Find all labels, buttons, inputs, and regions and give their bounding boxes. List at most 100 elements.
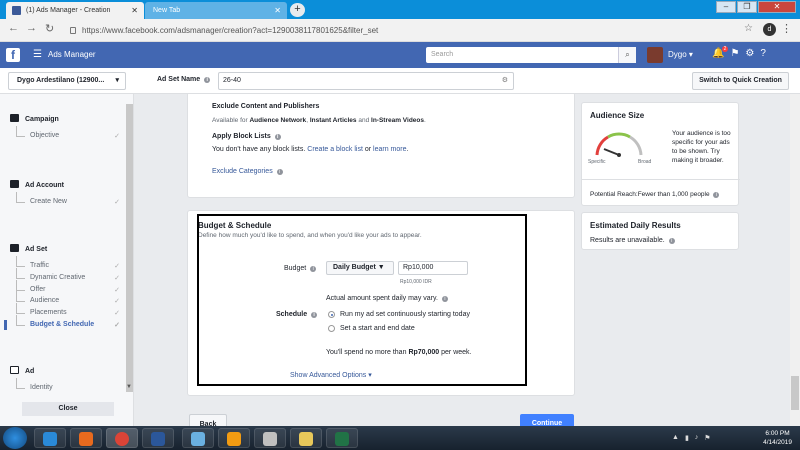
main-content: Exclude Content and Publishers Available…	[135, 94, 800, 426]
create-block-list-link[interactable]: Create a block list	[307, 146, 363, 153]
hamburger-menu-icon[interactable]: ☰	[33, 49, 42, 60]
block-lists-text: You don't have any block lists. Create a…	[212, 146, 409, 153]
sidebar-item-audience[interactable]: Audience ✓	[16, 291, 120, 305]
back-arrow-icon[interactable]: ←	[8, 22, 19, 34]
network-icon[interactable]: ▮	[685, 434, 689, 442]
account-selector[interactable]: Dygo Ardestilano (12900... ▾	[8, 72, 126, 90]
help-icon[interactable]: ?	[760, 48, 766, 59]
clock[interactable]: 6:00 PM 4/14/2019	[763, 429, 792, 447]
sidebar-item-identity[interactable]: Identity	[16, 378, 120, 391]
flag-icon[interactable]: ⚑	[730, 48, 739, 59]
profile-avatar[interactable]: d	[763, 23, 776, 36]
minimize-icon[interactable]: –	[716, 1, 736, 13]
notifications-icon[interactable]: 🔔 2	[712, 46, 729, 59]
user-avatar[interactable]	[647, 47, 663, 63]
block-lists-title: Apply Block Lists i	[212, 133, 281, 140]
taskbar-app-blue[interactable]	[182, 428, 214, 448]
check-icon: ✓	[114, 199, 120, 206]
windows-start-button[interactable]	[3, 427, 27, 449]
highlight-annotation-box	[197, 214, 527, 386]
check-icon: ✓	[114, 263, 120, 270]
ad-set-name-input[interactable]: 26-40 ⚙	[218, 72, 514, 90]
search-placeholder: Search	[431, 51, 454, 58]
divider	[582, 179, 740, 180]
gauge-label-broad: Broad	[638, 159, 652, 165]
forward-arrow-icon[interactable]: →	[26, 22, 37, 34]
sidebar-item-dynamic-creative[interactable]: Dynamic Creative ✓	[16, 268, 120, 282]
main-scrollbar[interactable]	[790, 94, 800, 426]
search-icon[interactable]: ⌕	[618, 47, 636, 63]
ad-set-name-value: 26-40	[223, 77, 241, 84]
restore-icon[interactable]: ❐	[737, 1, 757, 13]
audience-gauge	[595, 132, 643, 157]
taskbar-chrome[interactable]	[106, 428, 138, 448]
tab-ads-manager[interactable]: (1) Ads Manager - Creation ✕	[6, 2, 144, 19]
info-icon: i	[204, 77, 211, 83]
new-tab-button[interactable]: +	[290, 3, 305, 17]
tab-title: New Tab	[153, 7, 181, 14]
check-icon: ✓	[114, 322, 120, 329]
sidebar-item-traffic[interactable]: Traffic ✓	[16, 256, 120, 270]
back-button[interactable]: Back	[189, 414, 227, 426]
bookmark-star-icon[interactable]: ☆	[744, 23, 753, 34]
notification-badge: 2	[721, 46, 729, 52]
gear-icon[interactable]: ⚙	[502, 73, 508, 89]
taskbar-word[interactable]	[142, 428, 174, 448]
volume-icon[interactable]: ♪	[695, 434, 699, 442]
continue-button[interactable]: Continue	[520, 414, 574, 426]
sidebar-item-create-new[interactable]: Create New ✓	[16, 192, 120, 206]
exclude-availability-text: Available for Audience Network, Instant …	[212, 117, 426, 124]
taskbar-explorer[interactable]	[290, 428, 322, 448]
sidebar-section-ad-set[interactable]: Ad Set	[10, 244, 47, 253]
taskbar-paint[interactable]	[254, 428, 286, 448]
estimated-daily-results-card: Estimated Daily Results Results are unav…	[581, 212, 739, 250]
info-icon: i	[668, 238, 675, 244]
scrollbar-thumb[interactable]	[791, 376, 799, 410]
tray-arrow-icon[interactable]: ▲	[672, 434, 679, 442]
check-icon: ✓	[114, 275, 120, 282]
facebook-logo-icon[interactable]: f	[6, 48, 20, 62]
audience-size-message: Your audience is too specific for your a…	[672, 130, 731, 164]
tab-title: (1) Ads Manager - Creation	[26, 7, 111, 14]
ad-set-name-label: Ad Set Name i	[157, 76, 211, 83]
search-input[interactable]: Search ⌕	[426, 47, 636, 63]
close-button[interactable]: Close	[22, 402, 114, 416]
taskbar-sublime[interactable]	[218, 428, 250, 448]
sidebar-section-ad-account[interactable]: Ad Account	[10, 180, 64, 189]
sidebar-section-campaign[interactable]: Campaign	[10, 114, 59, 123]
info-icon: i	[713, 192, 720, 198]
close-tab-icon[interactable]: ✕	[131, 2, 138, 19]
sidebar-item-objective[interactable]: Objective ✓	[16, 126, 120, 140]
app-name: Ads Manager	[48, 50, 96, 59]
switch-quick-creation-button[interactable]: Switch to Quick Creation	[692, 72, 789, 90]
browser-menu-icon[interactable]: ⋮	[781, 22, 792, 35]
url-field[interactable]: https://www.facebook.com/adsmanager/crea…	[70, 22, 756, 39]
learn-more-link[interactable]: learn more	[373, 146, 406, 153]
exclude-content-title: Exclude Content and Publishers	[212, 103, 320, 110]
sidebar-item-budget-schedule[interactable]: Budget & Schedule ✓	[16, 315, 120, 329]
taskbar-internet-explorer[interactable]	[34, 428, 66, 448]
taskbar-media-player[interactable]	[70, 428, 102, 448]
taskbar-excel[interactable]	[326, 428, 358, 448]
check-icon: ✓	[114, 133, 120, 140]
clock-date: 4/14/2019	[763, 439, 792, 446]
sidebar-item-placements[interactable]: Placements ✓	[16, 303, 120, 317]
address-bar: ← → ↻ https://www.facebook.com/adsmanage…	[0, 19, 800, 42]
ads-manager-subheader: Dygo Ardestilano (12900... ▾ Ad Set Name…	[0, 68, 800, 94]
scroll-down-arrow-icon[interactable]: ▼	[126, 384, 132, 390]
tab-new-tab[interactable]: New Tab ✕	[145, 2, 287, 19]
settings-gear-icon[interactable]: ⚙	[745, 48, 754, 59]
sidebar-item-offer[interactable]: Offer ✓	[16, 280, 120, 294]
flag-tray-icon[interactable]: ⚑	[704, 434, 710, 442]
close-tab-icon[interactable]: ✕	[274, 2, 281, 19]
sidebar-scrollbar[interactable]	[126, 104, 133, 392]
sidebar-section-ad[interactable]: Ad	[10, 366, 34, 375]
check-icon: ✓	[114, 310, 120, 317]
header-icons: 🔔 2 ⚑ ⚙ ?	[712, 46, 766, 59]
exclude-categories-link[interactable]: Exclude Categories i	[212, 168, 283, 175]
user-name[interactable]: Dygo ▾	[668, 50, 693, 59]
chevron-down-icon: ▾	[115, 77, 119, 84]
reload-icon[interactable]: ↻	[45, 22, 54, 35]
close-window-icon[interactable]: ✕	[758, 1, 796, 13]
check-icon: ✓	[114, 298, 120, 305]
